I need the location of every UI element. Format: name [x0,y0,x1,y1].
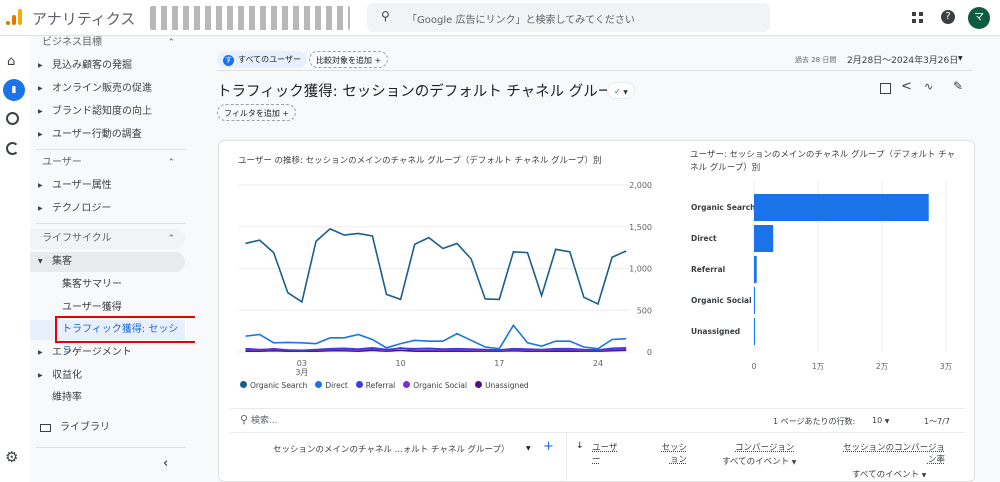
legend-item[interactable]: Organic Social [403,381,467,390]
bar-category-label: Unassigned [691,327,740,336]
legend-item[interactable]: Direct [315,381,348,390]
bar-x-tick-label: 1万 [812,362,825,371]
table-search[interactable]: ⚲ 検索... [240,413,278,426]
dimension-header[interactable]: セッションのメインのチャネル ...ォルト チャネル グループ） [273,443,510,455]
col-header-sessions[interactable]: セッション [655,441,687,465]
bar-category-label: Referral [691,265,725,274]
series-line-direct [245,323,627,350]
x-tick-label: 10 [396,359,406,368]
bar-x-tick-label: 2万 [876,362,889,371]
bar-unassigned [754,318,755,345]
x-tick-label: 03 [297,359,307,368]
add-dimension-button[interactable]: + [543,439,554,454]
legend-label: Unassigned [485,381,529,390]
legend-label: Direct [325,381,348,390]
bar-category-label: Direct [691,234,717,243]
legend-dot-icon [403,381,411,388]
legend-label: Organic Search [250,381,308,390]
y-tick-label: 1,500 [629,223,652,232]
x-tick-sublabel: 3月 [295,368,308,377]
bar-organic-social [754,287,755,314]
line-chart: 0 500 1,000 1,500 2,000 033月 10 17 24 0 1万 2万 3万 Orga… [238,180,953,377]
bar-direct [754,225,774,252]
search-icon: ⚲ [240,413,249,426]
bar-category-label: Organic Social [691,296,752,305]
bar-referral [754,256,757,283]
bar-x-tick-label: 0 [752,362,757,371]
y-tick-label: 1,000 [629,265,652,274]
bar-x-tick-label: 3万 [940,362,953,371]
conversions-event-select[interactable]: すべてのイベント ▼ [722,455,796,467]
legend-item[interactable]: Unassigned [475,381,529,390]
y-tick-label: 2,000 [629,181,652,190]
legend-item[interactable]: Organic Search [240,381,307,390]
bar-category-label: Organic Search [691,203,756,212]
legend-label: Organic Social [413,381,468,390]
legend-dot-icon [315,381,323,388]
legend-item[interactable]: Referral [355,381,396,390]
line-chart-legend: Organic Search Direct Referral Organic Soci… [240,381,529,390]
legend-label: Referral [365,381,396,390]
sort-desc-icon[interactable]: ↓ [576,441,584,451]
col-header-users[interactable]: ユーザー [592,441,622,465]
y-tick-label: 0 [647,348,652,357]
x-tick-label: 17 [494,359,504,368]
conv-rate-event-select[interactable]: すべてのイベント ▼ [852,468,926,480]
col-header-session-conv-rate[interactable]: セッションのコンバージョン率 [840,441,945,465]
x-tick-label: 24 [593,359,603,368]
rows-per-page-select[interactable]: 10 ▼ [872,416,889,425]
legend-dot-icon [475,381,483,388]
legend-dot-icon [355,381,363,388]
y-tick-label: 500 [637,306,652,315]
bar-organic-search [754,194,929,221]
pagination-label: 1〜7/7 [924,417,950,426]
col-header-conversions[interactable]: コンバージョン [735,441,794,453]
rows-per-page-label: 1 ページあたりの行数: [773,417,856,426]
series-line-organic-search [245,227,627,306]
dimension-dropdown-icon[interactable]: ▼ [526,445,531,452]
legend-dot-icon [240,381,247,388]
